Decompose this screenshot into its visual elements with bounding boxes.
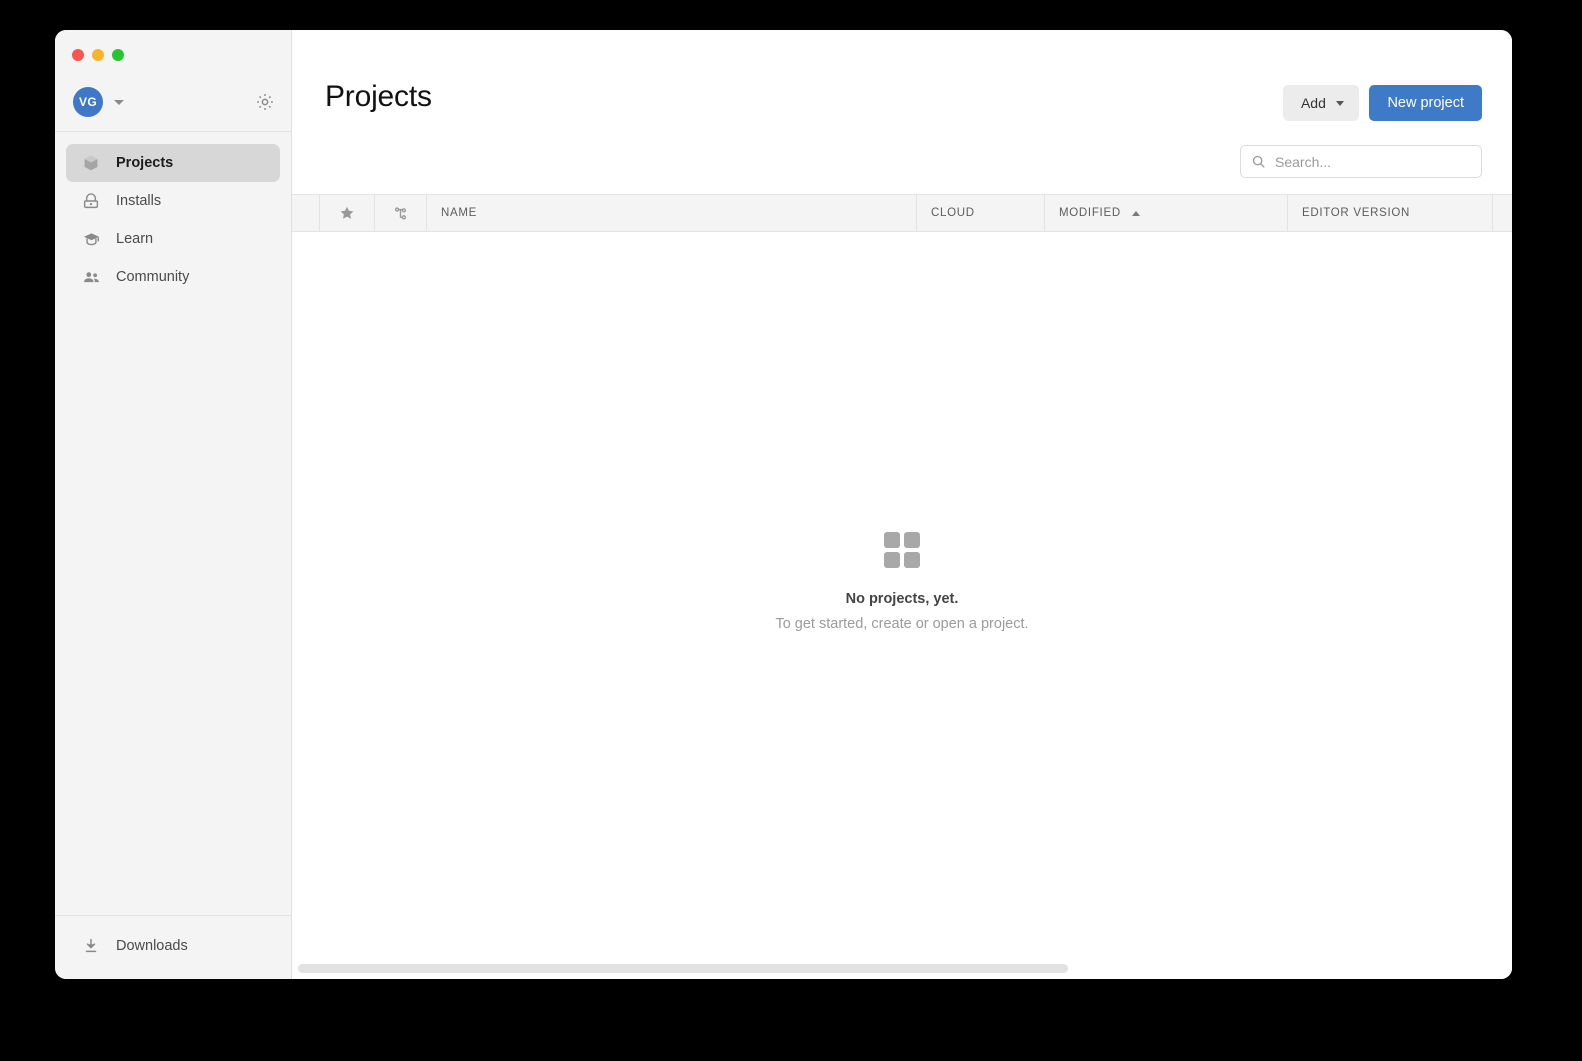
sidebar-item-label: Learn: [116, 231, 154, 247]
sidebar-item-projects[interactable]: Projects: [66, 144, 280, 182]
sidebar-item-label: Downloads: [116, 938, 188, 954]
close-window-button[interactable]: [72, 49, 84, 61]
sidebar: VG Projects Installs Learn Community Dow…: [55, 30, 292, 979]
sidebar-item-community[interactable]: Community: [66, 258, 280, 296]
sidebar-nav: Projects Installs Learn Community: [55, 132, 291, 296]
table-header-modified-label: MODIFIED: [1059, 207, 1121, 219]
version-control-icon: [392, 205, 409, 222]
search-row: [292, 145, 1512, 194]
header-actions: Add New project: [1283, 82, 1482, 121]
sidebar-item-installs[interactable]: Installs: [66, 182, 280, 220]
grid-square: [904, 552, 920, 568]
new-project-button[interactable]: New project: [1369, 85, 1482, 121]
table-header-name[interactable]: NAME: [427, 195, 917, 231]
page-title: Projects: [325, 80, 432, 113]
chevron-down-icon[interactable]: [114, 99, 124, 105]
table-header-spacer: [292, 195, 320, 231]
horizontal-scrollbar[interactable]: [292, 964, 1512, 973]
sort-ascending-icon: [1131, 210, 1140, 216]
avatar[interactable]: VG: [73, 87, 103, 117]
search-box[interactable]: [1240, 145, 1482, 178]
table-header-end: [1493, 195, 1512, 231]
graduation-cap-icon: [81, 229, 101, 249]
gear-icon: [255, 92, 275, 112]
grid-square: [884, 552, 900, 568]
window-controls: [55, 30, 291, 61]
star-icon: [339, 205, 355, 221]
minimize-window-button[interactable]: [92, 49, 104, 61]
sidebar-item-label: Community: [116, 269, 190, 285]
empty-state: No projects, yet. To get started, create…: [292, 532, 1512, 632]
settings-button[interactable]: [255, 92, 275, 112]
sidebar-item-label: Installs: [116, 193, 162, 209]
page-header: Projects Add New project: [292, 30, 1512, 145]
install-icon: [81, 191, 101, 211]
people-icon: [81, 267, 101, 287]
grid-square: [904, 532, 920, 548]
search-input[interactable]: [1275, 153, 1471, 170]
sidebar-item-downloads[interactable]: Downloads: [66, 927, 280, 965]
empty-state-subtitle: To get started, create or open a project…: [775, 616, 1029, 632]
empty-state-title: No projects, yet.: [845, 591, 959, 607]
grid-square: [884, 532, 900, 548]
chevron-down-icon: [1335, 100, 1344, 106]
table-header-favorite[interactable]: [320, 195, 375, 231]
cube-icon: [81, 153, 101, 173]
table-header-editor-version[interactable]: EDITOR VERSION: [1288, 195, 1493, 231]
add-button-label: Add: [1300, 95, 1326, 111]
search-icon: [1251, 154, 1266, 169]
sidebar-item-learn[interactable]: Learn: [66, 220, 280, 258]
main-content: Projects Add New project Search... NAME …: [292, 30, 1512, 979]
maximize-window-button[interactable]: [112, 49, 124, 61]
application-window: VG Projects Installs Learn Community Dow…: [55, 30, 1512, 979]
table-header-modified[interactable]: MODIFIED: [1045, 195, 1288, 231]
table-body: No projects, yet. To get started, create…: [292, 232, 1512, 979]
grid-squares-icon: [884, 532, 920, 568]
table-header-row: NAME CLOUD MODIFIED EDITOR VERSION: [292, 194, 1512, 232]
sidebar-item-label: Projects: [116, 155, 174, 171]
account-row: VG: [55, 73, 291, 131]
table-header-cloud[interactable]: CLOUD: [917, 195, 1045, 231]
horizontal-scrollbar-thumb[interactable]: [298, 964, 1068, 973]
sidebar-footer: Downloads: [55, 915, 291, 979]
add-button[interactable]: Add: [1283, 85, 1360, 121]
table-header-version-control[interactable]: [375, 195, 427, 231]
download-icon: [81, 936, 101, 956]
